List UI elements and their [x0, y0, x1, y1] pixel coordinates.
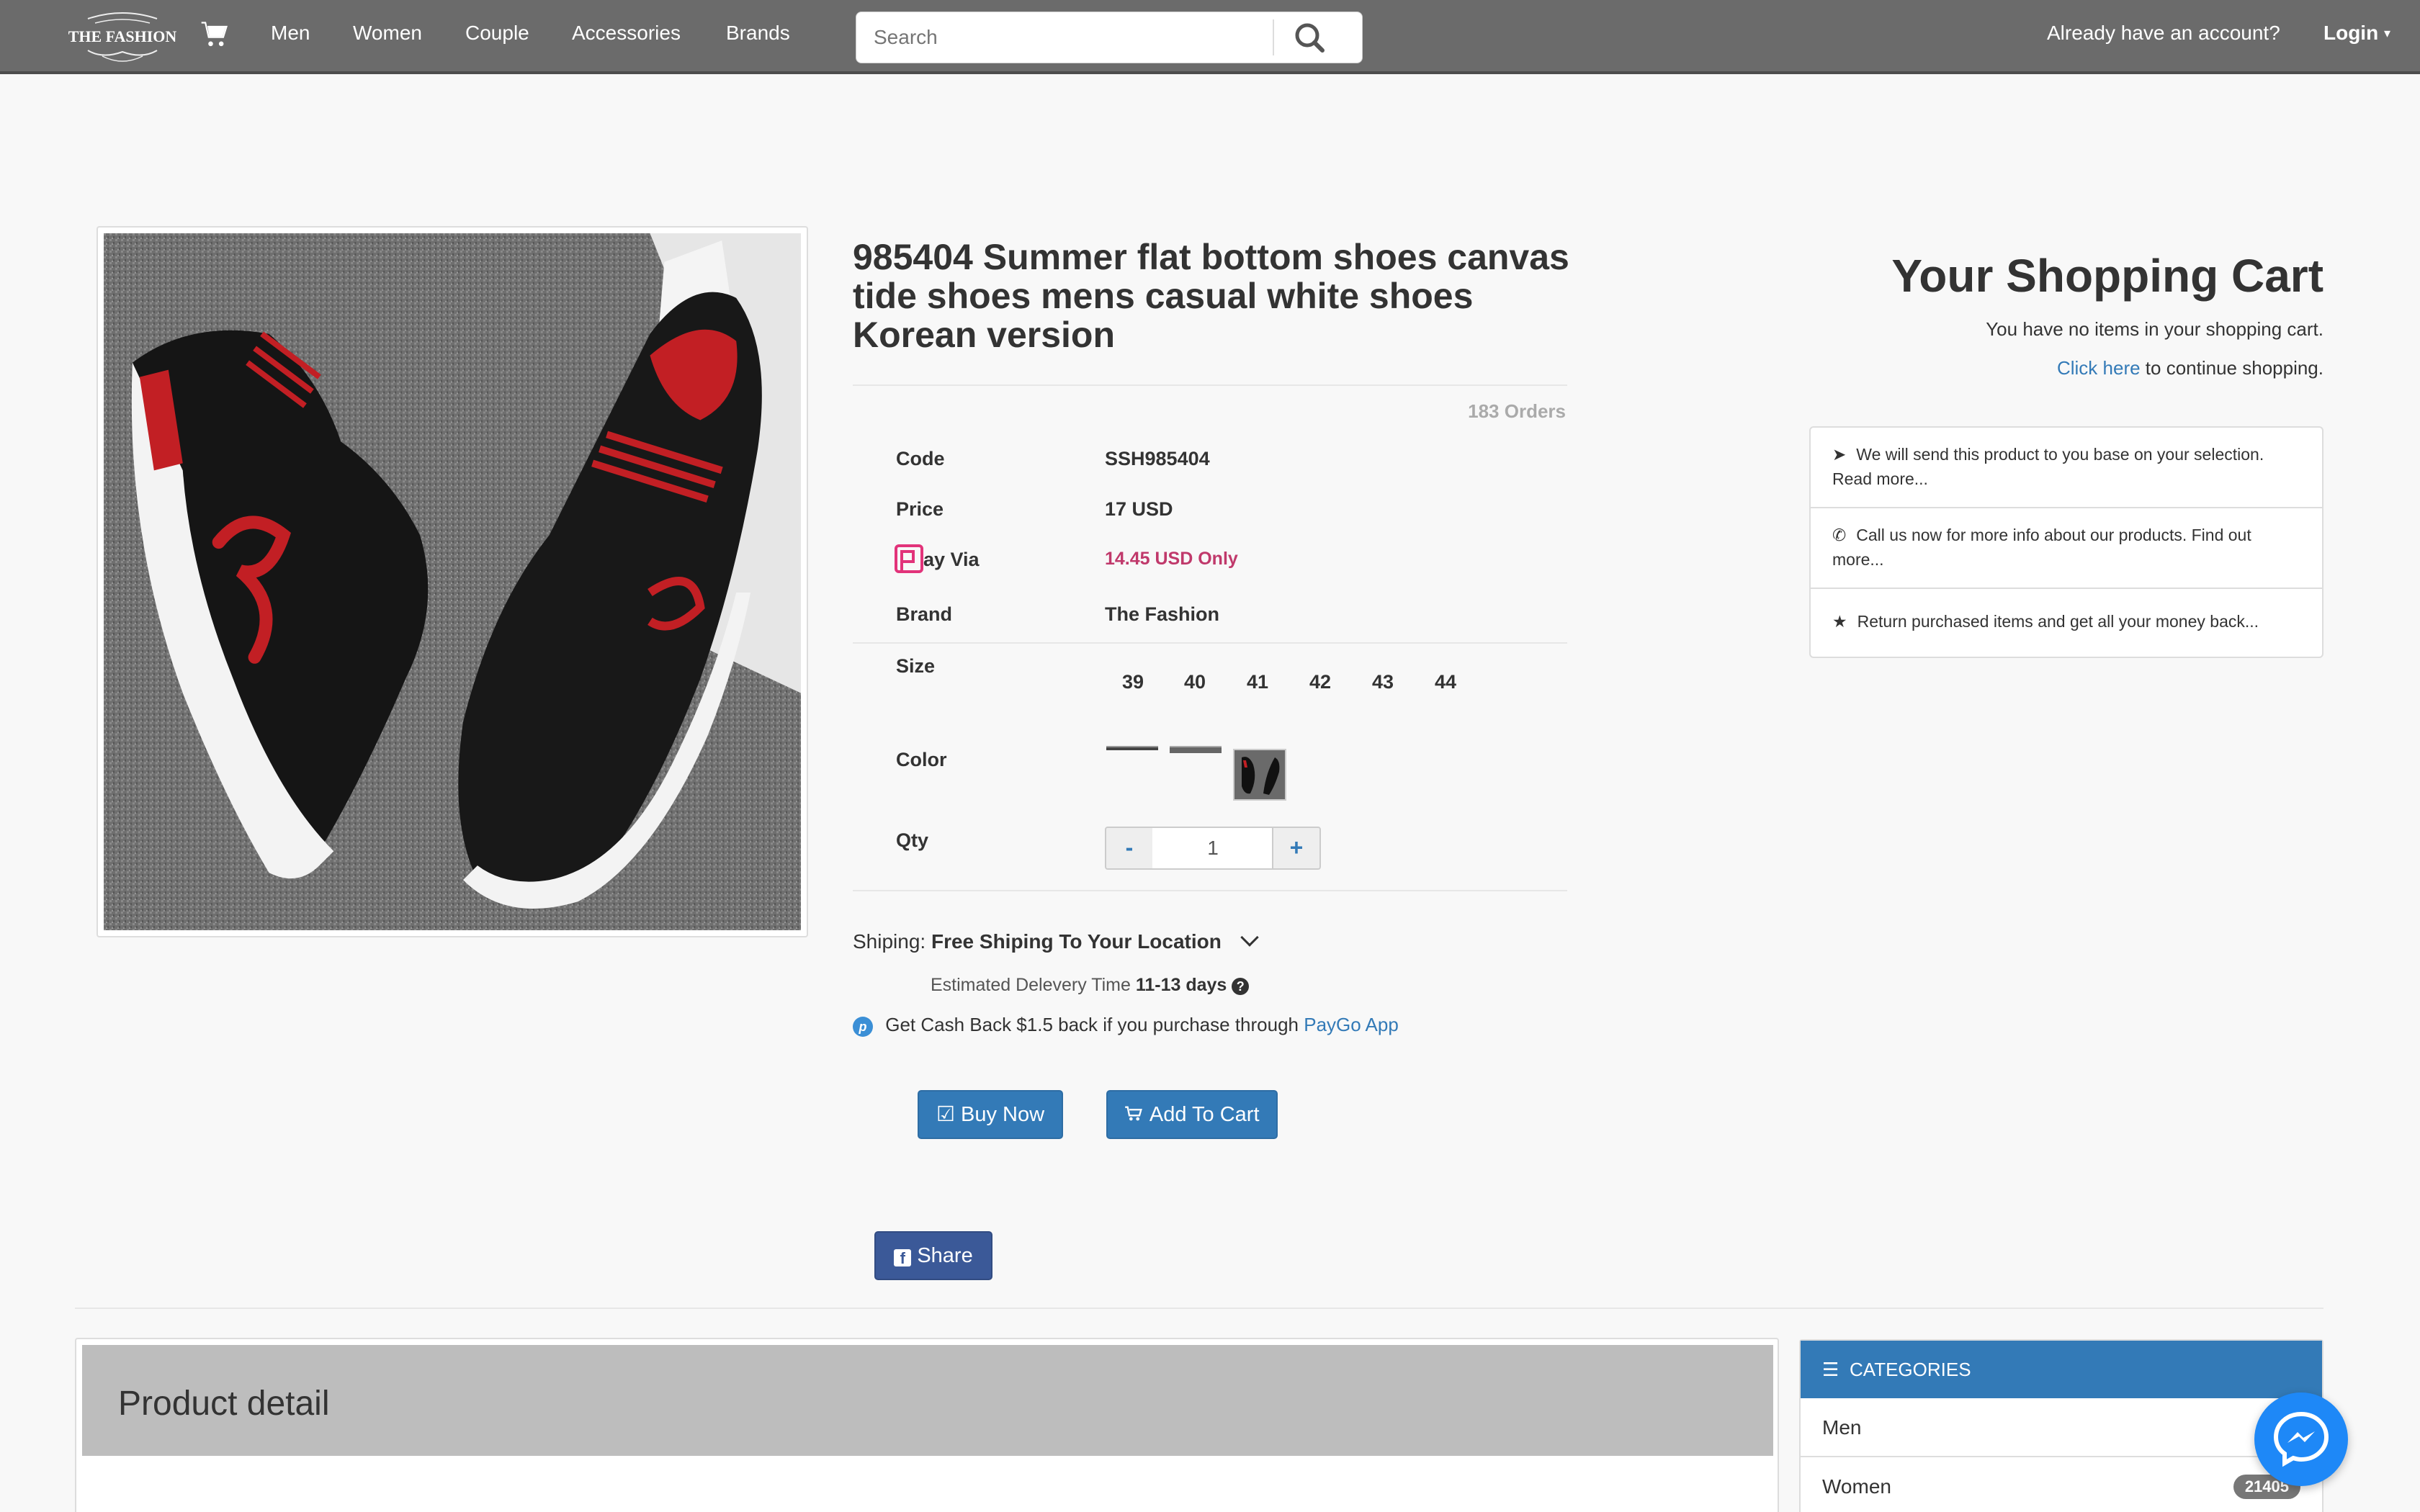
shipping-value: Free Shiping To Your Location: [931, 930, 1222, 953]
cart-title: Your Shopping Cart: [1891, 250, 2323, 302]
size-label: Size: [896, 655, 936, 677]
navbar: THE FASHION Men Women Couple Accessories…: [0, 0, 2420, 74]
share-label: Share: [917, 1244, 973, 1267]
product-image[interactable]: [97, 226, 808, 937]
code-label: Code: [896, 448, 945, 469]
orders-count: 183 Orders: [1468, 400, 1566, 422]
messenger-chat-button[interactable]: [2254, 1392, 2348, 1486]
quantity-stepper: - 1 +: [1105, 827, 1321, 870]
size-option[interactable]: 40: [1184, 671, 1206, 693]
paygo-icon: p: [853, 1017, 873, 1037]
question-circle-icon[interactable]: ?: [1232, 978, 1250, 995]
info-text: We will send this product to you base on…: [1832, 445, 2264, 488]
info-list: ➤ We will send this product to you base o…: [1809, 426, 2323, 658]
divider: [853, 384, 1567, 386]
search-divider: [1273, 19, 1274, 55]
info-item[interactable]: ✆ Call us now for more info about our pro…: [1811, 508, 2322, 589]
cashback-text: Get Cash Back $1.5 back if you purchase …: [885, 1014, 1299, 1035]
logo-text: THE FASHION: [68, 27, 177, 45]
login-label: Login: [2323, 22, 2379, 44]
categories-title: CATEGORIES: [1850, 1359, 1971, 1380]
shipping-row[interactable]: Shiping: Free Shiping To Your Location: [853, 928, 1259, 953]
category-name: Women: [1822, 1475, 1891, 1498]
product-detail-header: Product detail: [82, 1345, 1773, 1456]
divider: [853, 642, 1567, 644]
add-to-cart-label: Add To Cart: [1149, 1103, 1260, 1126]
payvia-value: 14.45 USD Only: [1105, 549, 1238, 569]
size-option[interactable]: 43: [1372, 671, 1394, 693]
brand-value: The Fashion: [1105, 603, 1220, 625]
size-option[interactable]: 39: [1122, 671, 1144, 693]
delivery-value: 11-13 days: [1135, 975, 1227, 995]
paygo-link[interactable]: PayGo App: [1304, 1014, 1399, 1035]
nav-accessories[interactable]: Accessories: [572, 22, 681, 45]
price-value: 17 USD: [1105, 498, 1173, 520]
qty-input[interactable]: 1: [1152, 827, 1273, 870]
continue-shopping: Click here to continue shopping.: [1844, 357, 2323, 379]
info-item[interactable]: ★ Return purchased items and get all your…: [1811, 589, 2322, 657]
category-item-men[interactable]: Men 6: [1801, 1398, 2322, 1457]
price-label: Price: [896, 498, 944, 520]
cart-icon: [1124, 1093, 1144, 1121]
chevron-down-icon: [1240, 928, 1259, 947]
category-item-women[interactable]: Women 21405: [1801, 1457, 2322, 1512]
site-logo[interactable]: THE FASHION: [66, 9, 179, 66]
login-dropdown[interactable]: Login ▾: [2323, 22, 2390, 45]
search-icon[interactable]: [1289, 19, 1332, 57]
category-name: Men: [1822, 1416, 1862, 1439]
nav-women[interactable]: Women: [353, 22, 422, 45]
divider: [853, 890, 1567, 891]
search-box: [856, 12, 1363, 63]
payvia-label: ay Via: [923, 549, 980, 570]
nav-brands[interactable]: Brands: [726, 22, 790, 45]
qty-plus-button[interactable]: +: [1272, 827, 1321, 870]
nav-men[interactable]: Men: [271, 22, 310, 45]
color-swatch[interactable]: [1170, 746, 1222, 753]
check-square-icon: ☑: [936, 1103, 955, 1126]
brand-label: Brand: [896, 603, 953, 625]
continue-shopping-link[interactable]: Click here: [2057, 357, 2141, 379]
paper-plane-icon: ➤: [1832, 445, 1847, 464]
pay-logo-icon: [895, 544, 923, 573]
star-icon: ★: [1832, 612, 1847, 631]
product-title: 985404 Summer flat bottom shoes canvas t…: [853, 237, 1569, 355]
code-value: SSH985404: [1105, 448, 1210, 469]
account-prompt[interactable]: Already have an account?: [2047, 22, 2280, 45]
divider: [75, 1308, 2323, 1309]
phone-icon: ✆: [1832, 526, 1847, 544]
size-option[interactable]: 42: [1309, 671, 1331, 693]
cart-icon[interactable]: [199, 19, 230, 50]
caret-down-icon: ▾: [2383, 26, 2391, 40]
cart-empty-text: You have no items in your shopping cart.: [1986, 318, 2323, 340]
messenger-icon: [2273, 1411, 2329, 1467]
product-detail-panel: Product detail: [75, 1338, 1779, 1512]
shipping-label: Shiping:: [853, 930, 926, 953]
delivery-row: Estimated Delevery Time 11-13 days ?: [931, 975, 1250, 996]
cashback-row: p Get Cash Back $1.5 back if you purchas…: [853, 1014, 1399, 1037]
qty-label: Qty: [896, 829, 929, 851]
delivery-label: Estimated Delevery Time: [931, 975, 1131, 995]
size-option[interactable]: 41: [1247, 671, 1268, 693]
color-label: Color: [896, 749, 947, 770]
add-to-cart-button[interactable]: Add To Cart: [1106, 1090, 1278, 1139]
color-swatch[interactable]: [1106, 746, 1158, 750]
categories-header: ☰ CATEGORIES: [1801, 1341, 2322, 1398]
facebook-icon: f: [894, 1249, 912, 1267]
info-item[interactable]: ➤ We will send this product to you base o…: [1811, 428, 2322, 508]
categories-panel: ☰ CATEGORIES Men 6 Women 21405: [1799, 1339, 2323, 1512]
facebook-share-button[interactable]: f Share: [874, 1231, 992, 1280]
product-detail-title: Product detail: [118, 1385, 330, 1423]
info-text: Return purchased items and get all your …: [1857, 612, 2259, 631]
info-text: Call us now for more info about our prod…: [1832, 526, 2251, 569]
list-icon: ☰: [1822, 1359, 1839, 1380]
nav-couple[interactable]: Couple: [465, 22, 529, 45]
color-swatch-selected[interactable]: [1233, 749, 1286, 801]
continue-shopping-text: to continue shopping.: [2145, 357, 2323, 379]
size-option[interactable]: 44: [1435, 671, 1456, 693]
buy-now-label: Buy Now: [961, 1103, 1045, 1126]
qty-minus-button[interactable]: -: [1105, 827, 1154, 870]
buy-now-button[interactable]: ☑ Buy Now: [918, 1090, 1063, 1139]
search-input[interactable]: [856, 12, 1273, 63]
